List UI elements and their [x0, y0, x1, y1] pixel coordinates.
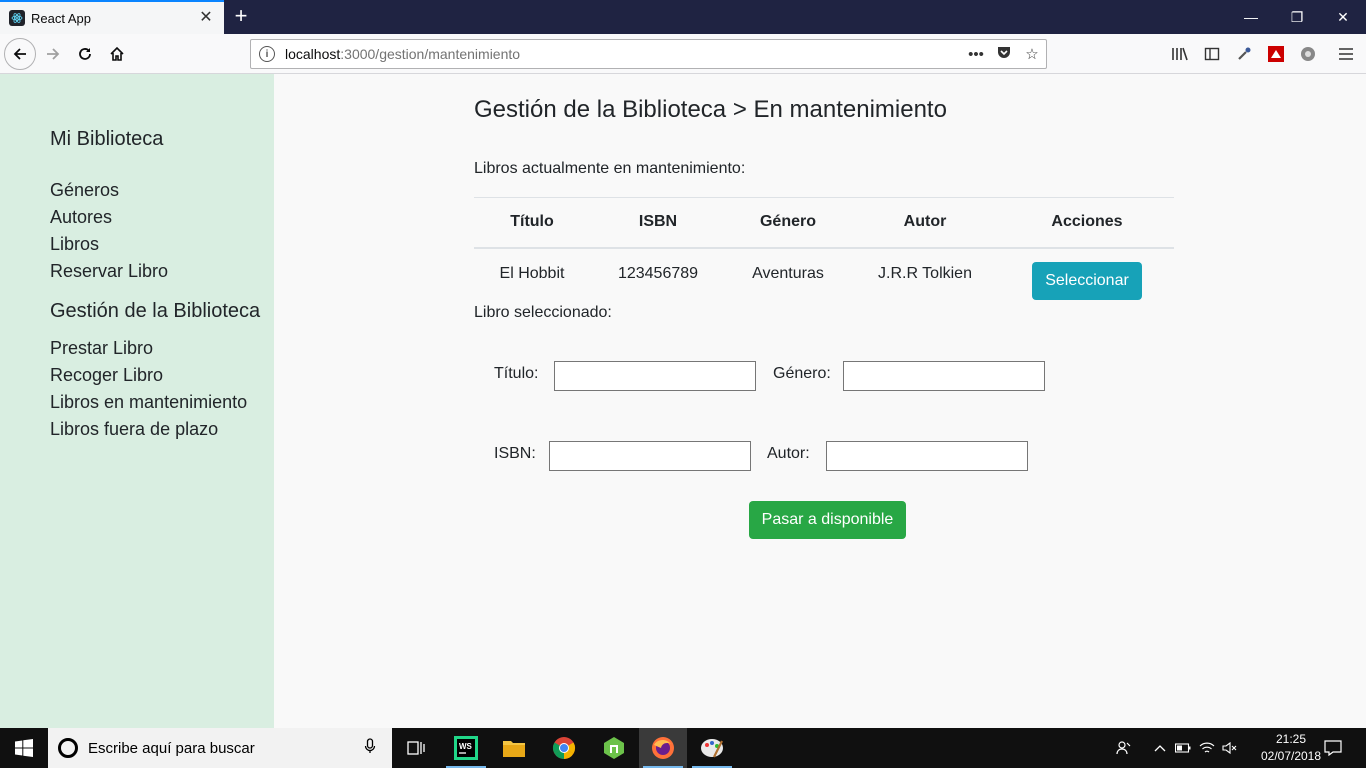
sidebar-section-title: Gestión de la Biblioteca [50, 300, 261, 322]
titulo-input[interactable] [554, 361, 756, 391]
mark-available-button[interactable]: Pasar a disponible [749, 501, 906, 539]
sidebar-brand[interactable]: Mi Biblioteca [50, 128, 163, 151]
clock-time: 21:25 [1275, 732, 1307, 746]
autor-label: Autor: [767, 445, 810, 462]
extension-red-icon[interactable] [1266, 44, 1286, 64]
browser-tab[interactable]: React App ✕ [0, 0, 224, 34]
reload-icon [79, 48, 91, 60]
taskbar-clock[interactable]: 21:25 02/07/2018 [1256, 731, 1326, 765]
battery-icon[interactable] [1172, 728, 1194, 768]
home-icon [110, 46, 124, 61]
cell-titulo: El Hobbit [499, 264, 565, 282]
firefox-icon[interactable] [639, 728, 687, 768]
browser-titlebar: React App ✕ + — ❐ ✕ [0, 0, 1366, 34]
notifications-icon[interactable] [1320, 728, 1346, 768]
forward-arrow-icon [47, 48, 60, 60]
tab-close-icon[interactable]: ✕ [198, 10, 214, 26]
sidebar-item-recoger-libro[interactable]: Recoger Libro [50, 365, 163, 386]
titulo-label: Título: [494, 365, 539, 382]
node-app-icon[interactable] [590, 728, 638, 768]
genero-label: Género: [773, 365, 831, 382]
autor-input[interactable] [826, 441, 1028, 471]
chrome-icon[interactable] [540, 728, 588, 768]
extension-gear-icon[interactable] [1298, 44, 1318, 64]
search-placeholder[interactable]: Escribe aquí para buscar [88, 740, 360, 757]
cell-genero: Aventuras [752, 264, 824, 282]
site-info-icon[interactable]: i [259, 46, 275, 62]
header-titulo: Título [474, 197, 590, 249]
sidebar-item-libros[interactable]: Libros [50, 234, 99, 255]
page-actions-icon[interactable]: ••• [962, 46, 990, 63]
sidebar-item-libros-mantenimiento[interactable]: Libros en mantenimiento [50, 392, 247, 413]
header-genero: Género [726, 197, 850, 249]
taskbar-search[interactable]: Escribe aquí para buscar [48, 728, 392, 768]
isbn-label: ISBN: [494, 445, 536, 462]
reload-button[interactable] [70, 39, 100, 69]
url-bar[interactable]: i localhost:3000/gestion/mantenimiento •… [250, 39, 1047, 69]
maintenance-table: Título ISBN Género Autor Acciones El Hob… [474, 197, 1174, 300]
react-favicon-icon [9, 10, 25, 26]
selected-book-label: Libro seleccionado: [474, 304, 612, 321]
sidebar-item-autores[interactable]: Autores [50, 207, 112, 228]
windows-logo-icon [15, 739, 33, 757]
start-button[interactable] [0, 728, 48, 768]
eyedropper-icon[interactable] [1234, 44, 1254, 64]
tab-title: React App [31, 10, 91, 26]
sidebar-item-prestar-libro[interactable]: Prestar Libro [50, 338, 153, 359]
menu-hamburger-icon[interactable] [1336, 44, 1356, 64]
page-title: Gestión de la Biblioteca > En mantenimie… [474, 96, 947, 123]
paint-icon[interactable] [688, 728, 736, 768]
back-arrow-icon [13, 48, 26, 60]
select-button[interactable]: Seleccionar [1032, 261, 1142, 300]
webstorm-icon[interactable]: WS [442, 728, 490, 768]
cell-autor: J.R.R Tolkien [878, 264, 972, 282]
minimize-button[interactable]: — [1228, 0, 1274, 34]
pocket-icon[interactable] [990, 44, 1018, 64]
sidebar-item-reservar-libro[interactable]: Reservar Libro [50, 261, 168, 282]
svg-text:WS: WS [459, 742, 473, 751]
cell-acciones: Seleccionar [1000, 248, 1174, 300]
people-icon[interactable] [1112, 728, 1136, 768]
chevron-up-icon[interactable] [1150, 728, 1170, 768]
task-view-icon[interactable] [392, 728, 440, 768]
genero-input[interactable] [843, 361, 1045, 391]
page-content: Mi Biblioteca Géneros Autores Libros Res… [0, 74, 1366, 728]
isbn-input[interactable] [549, 441, 751, 471]
new-tab-button[interactable]: + [230, 5, 252, 27]
cortana-icon [58, 738, 78, 758]
home-button[interactable] [102, 39, 132, 69]
sidebar: Mi Biblioteca Géneros Autores Libros Res… [0, 74, 274, 728]
volume-muted-icon[interactable] [1219, 728, 1241, 768]
close-window-button[interactable]: ✕ [1320, 0, 1366, 34]
sidebar-item-libros-fuera-plazo[interactable]: Libros fuera de plazo [50, 419, 218, 440]
browser-navbar: i localhost:3000/gestion/mantenimiento •… [0, 34, 1366, 74]
table-header-row: Título ISBN Género Autor Acciones [474, 197, 1174, 249]
header-acciones: Acciones [1000, 197, 1174, 249]
table-row: El Hobbit 123456789 Aventuras J.R.R Tolk… [474, 248, 1174, 300]
microphone-icon[interactable] [360, 738, 380, 758]
windows-taskbar: Escribe aquí para buscar WS 21:25 02/07/… [0, 728, 1366, 768]
sidebar-item-generos[interactable]: Géneros [50, 180, 119, 201]
restore-button[interactable]: ❐ [1274, 0, 1320, 34]
maintenance-subtitle: Libros actualmente en mantenimiento: [474, 160, 746, 177]
url-text[interactable]: localhost:3000/gestion/mantenimiento [285, 46, 962, 62]
clock-date: 02/07/2018 [1260, 749, 1322, 763]
file-explorer-icon[interactable] [490, 728, 538, 768]
sidebar-toggle-icon[interactable] [1202, 44, 1222, 64]
forward-button[interactable] [38, 39, 68, 69]
header-isbn: ISBN [590, 197, 726, 249]
wifi-icon[interactable] [1196, 728, 1218, 768]
bookmark-star-icon[interactable]: ☆ [1018, 45, 1046, 63]
library-icon[interactable] [1170, 44, 1190, 64]
header-autor: Autor [850, 197, 1000, 249]
cell-isbn: 123456789 [617, 264, 699, 282]
back-button[interactable] [4, 38, 36, 70]
